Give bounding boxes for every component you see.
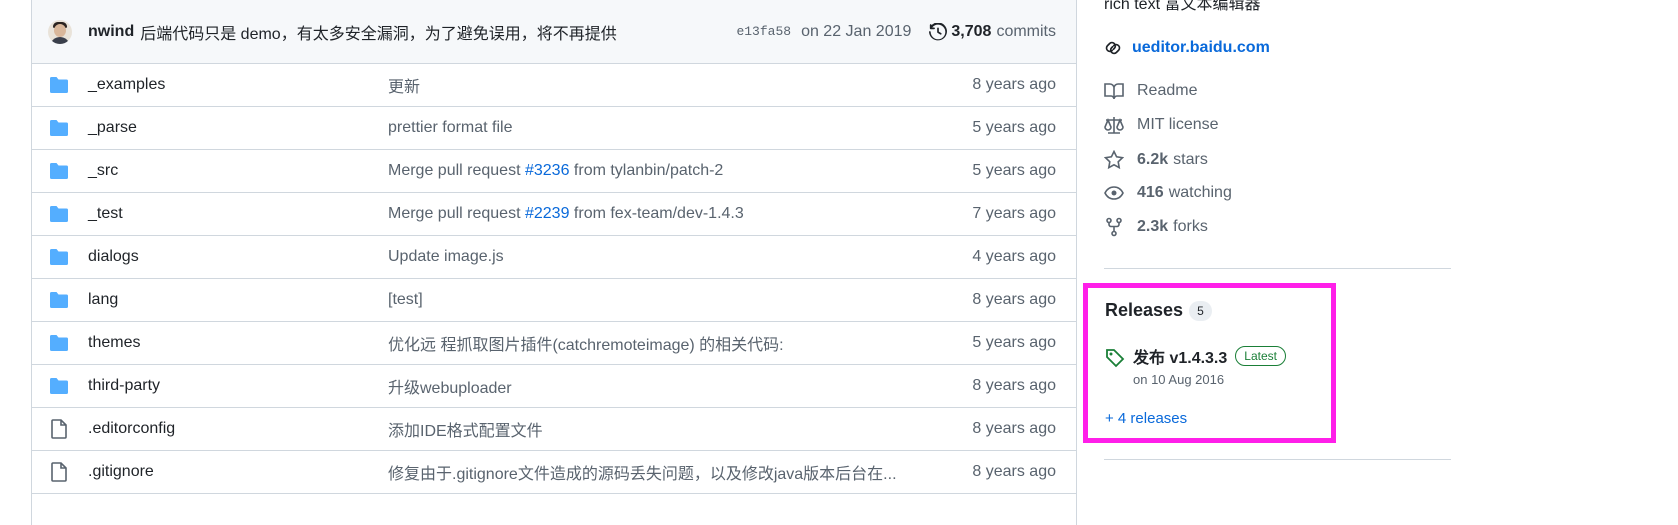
- file-browser: nwind 后端代码只是 demo，有太多安全漏洞，为了避免误用，将不再提供 e…: [31, 0, 1077, 525]
- file-commit-message[interactable]: Merge pull request #2239 from fex-team/d…: [388, 205, 956, 223]
- file-name-link[interactable]: _src: [88, 162, 388, 180]
- file-name-link[interactable]: _parse: [88, 119, 388, 137]
- file-name-link[interactable]: .editorconfig: [88, 420, 388, 438]
- folder-icon: [50, 206, 68, 222]
- license-label: MIT license: [1137, 116, 1219, 133]
- commit-count-label: commits: [996, 22, 1056, 40]
- folder-icon: [50, 292, 68, 308]
- file-row[interactable]: .gitignore 修复由于.gitignore文件造成的源码丢失问题，以及修改…: [32, 451, 1076, 494]
- readme-link[interactable]: Readme: [1104, 82, 1197, 100]
- file-commit-message[interactable]: prettier format file: [388, 119, 956, 137]
- file-commit-message[interactable]: 更新: [388, 73, 956, 97]
- file-name-link[interactable]: third-party: [88, 377, 388, 395]
- file-icon: [51, 462, 67, 482]
- forks-link[interactable]: 2.3k forks: [1104, 217, 1208, 237]
- scale-icon: [1104, 117, 1124, 134]
- more-releases-link[interactable]: + 4 releases: [1105, 410, 1187, 427]
- book-icon: [1104, 83, 1124, 100]
- file-age: 4 years ago: [972, 248, 1056, 265]
- pull-request-link[interactable]: #3236: [525, 162, 570, 179]
- file-age: 7 years ago: [972, 205, 1056, 222]
- commit-count: 3,708: [951, 22, 992, 40]
- homepage-link[interactable]: ueditor.baidu.com: [1132, 39, 1270, 57]
- tag-icon: [1106, 349, 1125, 368]
- file-name-link[interactable]: dialogs: [88, 248, 388, 266]
- latest-badge: Latest: [1235, 346, 1286, 366]
- file-row[interactable]: _parse prettier format file 5 years ago: [32, 107, 1076, 150]
- latest-release-date: on 10 Aug 2016: [1133, 372, 1225, 387]
- file-icon: [51, 419, 67, 439]
- stars-link[interactable]: 6.2k stars: [1104, 150, 1208, 170]
- file-row[interactable]: dialogs Update image.js 4 years ago: [32, 236, 1076, 279]
- file-row[interactable]: _test Merge pull request #2239 from fex-t…: [32, 193, 1076, 236]
- commit-message[interactable]: 后端代码只是 demo，有太多安全漏洞，为了避免误用，将不再提供: [140, 20, 736, 44]
- file-age: 5 years ago: [972, 119, 1056, 136]
- releases-count-badge: 5: [1189, 300, 1212, 321]
- file-commit-message[interactable]: 添加IDE格式配置文件: [388, 417, 956, 441]
- releases-title[interactable]: Releases: [1105, 300, 1183, 321]
- latest-commit-bar: nwind 后端代码只是 demo，有太多安全漏洞，为了避免误用，将不再提供 e…: [32, 0, 1076, 64]
- file-age: 8 years ago: [972, 291, 1056, 308]
- forks-count: 2.3k: [1137, 218, 1169, 235]
- folder-icon: [50, 249, 68, 265]
- watching-link[interactable]: 416 watching: [1104, 184, 1232, 202]
- file-name-link[interactable]: .gitignore: [88, 463, 388, 481]
- file-commit-message[interactable]: 优化远 程抓取图片插件(catchremoteimage) 的相关代码:: [388, 331, 956, 355]
- license-link[interactable]: MIT license: [1104, 116, 1219, 134]
- file-age: 8 years ago: [972, 76, 1056, 93]
- file-name-link[interactable]: _test: [88, 205, 388, 223]
- divider: [1104, 268, 1451, 269]
- commit-sha-link[interactable]: e13fa58: [736, 24, 791, 39]
- commit-date: on 22 Jan 2019: [801, 22, 912, 40]
- commit-author-link[interactable]: nwind: [88, 23, 134, 41]
- file-age: 5 years ago: [972, 162, 1056, 179]
- releases-header[interactable]: Releases 5: [1105, 300, 1212, 321]
- readme-label: Readme: [1137, 82, 1198, 99]
- file-list: _examples 更新 8 years ago _parse prettier for…: [32, 64, 1076, 494]
- avatar[interactable]: [48, 19, 72, 44]
- file-name-link[interactable]: lang: [88, 291, 388, 309]
- folder-icon: [50, 77, 68, 93]
- folder-icon: [50, 120, 68, 136]
- history-icon: [929, 22, 948, 40]
- latest-release-name[interactable]: 发布 v1.4.3.3: [1133, 344, 1227, 368]
- file-row[interactable]: third-party 升级webuploader 8 years ago: [32, 365, 1076, 408]
- file-age: 5 years ago: [972, 334, 1056, 351]
- watching-label: watching: [1168, 184, 1232, 201]
- file-age: 8 years ago: [972, 463, 1056, 480]
- file-commit-message[interactable]: 修复由于.gitignore文件造成的源码丢失问题，以及修改java版本后台在.…: [388, 460, 956, 484]
- file-commit-message[interactable]: [test]: [388, 291, 956, 309]
- file-commit-message[interactable]: 升级webuploader: [388, 374, 956, 398]
- star-icon: [1104, 150, 1124, 170]
- file-name-link[interactable]: _examples: [88, 76, 388, 94]
- folder-icon: [50, 163, 68, 179]
- file-row[interactable]: _src Merge pull request #3236 from tylanb…: [32, 150, 1076, 193]
- file-commit-message[interactable]: Update image.js: [388, 248, 956, 266]
- file-name-link[interactable]: themes: [88, 334, 388, 352]
- folder-icon: [50, 335, 68, 351]
- commits-link[interactable]: 3,708 commits: [929, 22, 1056, 41]
- forks-label: forks: [1173, 218, 1208, 235]
- file-row[interactable]: .editorconfig 添加IDE格式配置文件 8 years ago: [32, 408, 1076, 451]
- pull-request-link[interactable]: #2239: [525, 205, 570, 222]
- file-age: 8 years ago: [972, 420, 1056, 437]
- watching-count: 416: [1137, 184, 1164, 201]
- divider: [1104, 459, 1451, 460]
- repo-description: rich text 富文本编辑器: [1104, 0, 1261, 13]
- file-row[interactable]: _examples 更新 8 years ago: [32, 64, 1076, 107]
- fork-icon: [1106, 217, 1122, 237]
- eye-icon: [1104, 186, 1124, 200]
- stars-label: stars: [1173, 151, 1208, 168]
- file-commit-message[interactable]: Merge pull request #3236 from tylanbin/p…: [388, 162, 956, 180]
- file-age: 8 years ago: [972, 377, 1056, 394]
- homepage-row: ueditor.baidu.com: [1104, 39, 1270, 57]
- stars-count: 6.2k: [1137, 151, 1169, 168]
- folder-icon: [50, 378, 68, 394]
- link-icon: [1105, 41, 1121, 55]
- file-row[interactable]: lang [test] 8 years ago: [32, 279, 1076, 322]
- latest-release[interactable]: 发布 v1.4.3.3 Latest on 10 Aug 2016: [1105, 344, 1286, 387]
- file-row[interactable]: themes 优化远 程抓取图片插件(catchremoteimage) 的相关代…: [32, 322, 1076, 365]
